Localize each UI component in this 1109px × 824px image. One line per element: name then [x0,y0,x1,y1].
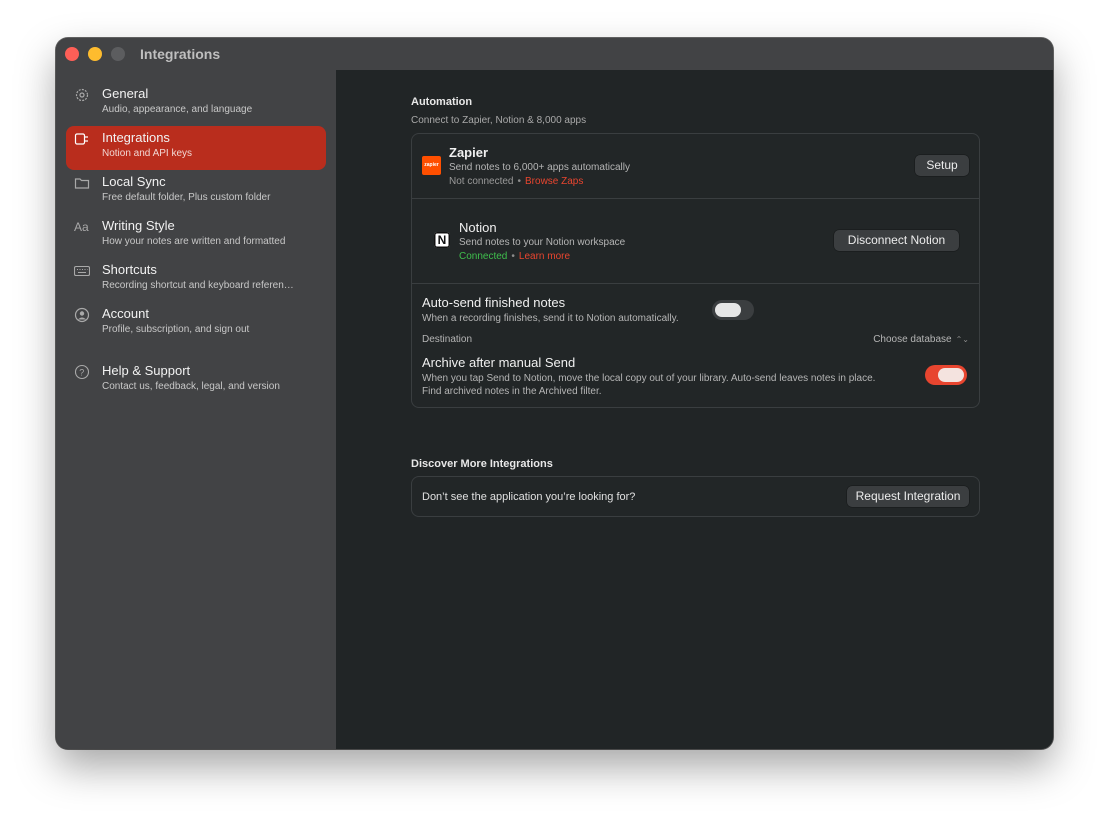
notion-status-line: Connected • Learn more [459,251,570,262]
sidebar-item-title: General [102,86,149,101]
folder-icon [74,175,90,191]
discover-section-title: Discover More Integrations [411,458,553,470]
status-separator: • [517,176,522,187]
sidebar-item-general[interactable]: General Audio, appearance, and language [66,82,326,126]
sidebar-item-subtitle: Free default folder, Plus custom folder [102,192,271,203]
sidebar-item-title: Integrations [102,130,170,145]
zoom-window-button[interactable] [111,47,125,61]
zapier-name: Zapier [449,145,489,160]
sidebar-item-subtitle: Contact us, feedback, legal, and version [102,381,280,392]
text-style-icon: Aa [74,219,90,235]
archive-toggle[interactable] [925,365,967,385]
status-separator: • [511,251,515,262]
sidebar-item-subtitle: Profile, subscription, and sign out [102,324,250,335]
sidebar-item-help-support[interactable]: ? Help & Support Contact us, feedback, l… [66,359,326,403]
sidebar-item-title: Writing Style [102,218,175,233]
zapier-status-line: Not connected • Browse Zaps [449,176,583,187]
row-divider [412,198,979,199]
browse-zaps-link[interactable]: Browse Zaps [525,176,583,187]
sidebar-item-writing-style[interactable]: Aa Writing Style How your notes are writ… [66,214,326,258]
archive-description-line2: Find archived notes in the Archived filt… [422,386,602,397]
automation-section-subtitle: Connect to Zapier, Notion & 8,000 apps [411,115,587,126]
title-bar: Integrations [56,38,1053,70]
sidebar-item-local-sync[interactable]: Local Sync Free default folder, Plus cus… [66,170,326,214]
main-content: Automation Connect to Zapier, Notion & 8… [336,70,1053,749]
sidebar: General Audio, appearance, and language … [56,70,336,749]
plug-icon [74,131,90,147]
archive-title: Archive after manual Send [422,355,576,370]
auto-send-title: Auto-send finished notes [422,295,566,310]
notion-description: Send notes to your Notion workspace [459,237,626,248]
sidebar-item-title: Help & Support [102,363,191,378]
destination-value: Choose database [873,334,952,345]
notion-status: Connected [459,251,508,262]
row-divider [412,283,979,284]
automation-section-title: Automation [411,96,473,108]
svg-text:Aa: Aa [74,220,89,234]
toggle-knob [938,368,964,382]
sidebar-item-title: Account [102,306,149,321]
sidebar-item-subtitle: Audio, appearance, and language [102,104,253,115]
auto-send-toggle[interactable] [712,300,754,320]
svg-text:?: ? [79,368,84,378]
learn-more-link[interactable]: Learn more [519,251,570,262]
question-circle-icon: ? [74,364,90,380]
sidebar-item-subtitle: Notion and API keys [102,148,193,159]
sidebar-item-subtitle: How your notes are written and formatted [102,236,286,247]
sidebar-item-shortcuts[interactable]: Shortcuts Recording shortcut and keyboar… [66,258,326,302]
request-integration-button[interactable]: Request Integration [847,486,969,507]
sidebar-item-title: Shortcuts [102,262,157,277]
window-title: Integrations [140,46,221,62]
minimize-window-button[interactable] [88,47,102,61]
close-window-button[interactable] [65,47,79,61]
zapier-logo-icon: zapier [422,156,441,175]
sidebar-item-account[interactable]: Account Profile, subscription, and sign … [66,302,326,346]
sidebar-item-subtitle: Recording shortcut and keyboard referen… [102,280,294,291]
settings-window: Integrations General Audio, appearance, … [56,38,1053,749]
toggle-knob [715,303,741,317]
notion-logo-icon: N [434,232,450,248]
discover-card: Don’t see the application you’re looking… [411,476,980,517]
gear-icon [74,87,90,103]
destination-label: Destination [422,334,473,345]
disconnect-notion-button[interactable]: Disconnect Notion [834,230,959,251]
destination-select[interactable]: Choose database ⌃⌄ [873,334,969,345]
archive-description-line1: When you tap Send to Notion, move the lo… [422,373,876,384]
keyboard-icon [73,263,91,279]
notion-name: Notion [459,220,497,235]
auto-send-description: When a recording finishes, send it to No… [422,313,679,324]
discover-prompt: Don’t see the application you’re looking… [422,491,636,503]
chevron-up-down-icon: ⌃⌄ [955,335,969,344]
sidebar-item-title: Local Sync [102,174,166,189]
zapier-description: Send notes to 6,000+ apps automatically [449,162,630,173]
sidebar-item-integrations[interactable]: Integrations Notion and API keys [66,126,326,170]
automation-card: zapier Zapier Send notes to 6,000+ apps … [411,133,980,408]
zapier-status: Not connected [449,176,514,187]
person-circle-icon [74,307,90,323]
zapier-setup-button[interactable]: Setup [915,155,969,176]
